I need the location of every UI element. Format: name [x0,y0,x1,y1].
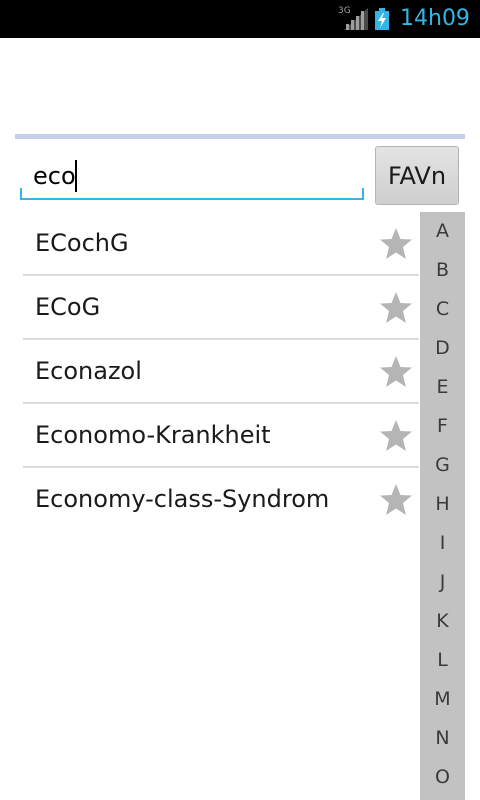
star-icon[interactable] [379,419,413,453]
search-input-edge-right [362,188,364,200]
list-item[interactable]: Economo-Krankheit [23,404,419,468]
index-letter-j[interactable]: J [420,563,465,602]
star-icon[interactable] [379,483,413,517]
index-letter-h[interactable]: H [420,485,465,524]
status-time: 14h09 [400,6,470,31]
index-letter-g[interactable]: G [420,446,465,485]
status-bar: 3G 14h09 [0,0,480,38]
search-input-edge-left [20,188,22,200]
alphabet-index[interactable]: A B C D E F G H I J K L M N O [420,212,465,800]
index-letter-k[interactable]: K [420,602,465,641]
battery-charging-icon [375,8,389,30]
star-icon[interactable] [379,355,413,389]
star-icon[interactable] [379,291,413,325]
index-letter-n[interactable]: N [420,719,465,758]
index-letter-a[interactable]: A [420,212,465,251]
list-item[interactable]: Economy-class-Syndrom [23,468,419,530]
favorites-button[interactable]: FAVn [375,146,459,205]
index-letter-e[interactable]: E [420,368,465,407]
list-item-label: ECoG [35,293,101,321]
list-item-label: ECochG [35,229,129,257]
star-icon[interactable] [379,227,413,261]
index-letter-i[interactable]: I [420,524,465,563]
signal-icon [344,8,368,30]
header-divider [15,134,465,139]
list-item-label: Econazol [35,357,142,385]
index-letter-o[interactable]: O [420,758,465,797]
list-item[interactable]: ECoG [23,276,419,340]
results-list: ECochG ECoG Econazol Economo-Krankheit E… [23,212,419,530]
index-letter-m[interactable]: M [420,680,465,719]
list-item[interactable]: Econazol [23,340,419,404]
index-letter-b[interactable]: B [420,251,465,290]
search-input[interactable] [20,154,364,200]
list-item[interactable]: ECochG [23,212,419,276]
index-letter-d[interactable]: D [420,329,465,368]
index-letter-l[interactable]: L [420,641,465,680]
text-cursor [75,160,77,192]
list-item-label: Economy-class-Syndrom [35,485,330,513]
index-letter-c[interactable]: C [420,290,465,329]
index-letter-f[interactable]: F [420,407,465,446]
list-item-label: Economo-Krankheit [35,421,271,449]
